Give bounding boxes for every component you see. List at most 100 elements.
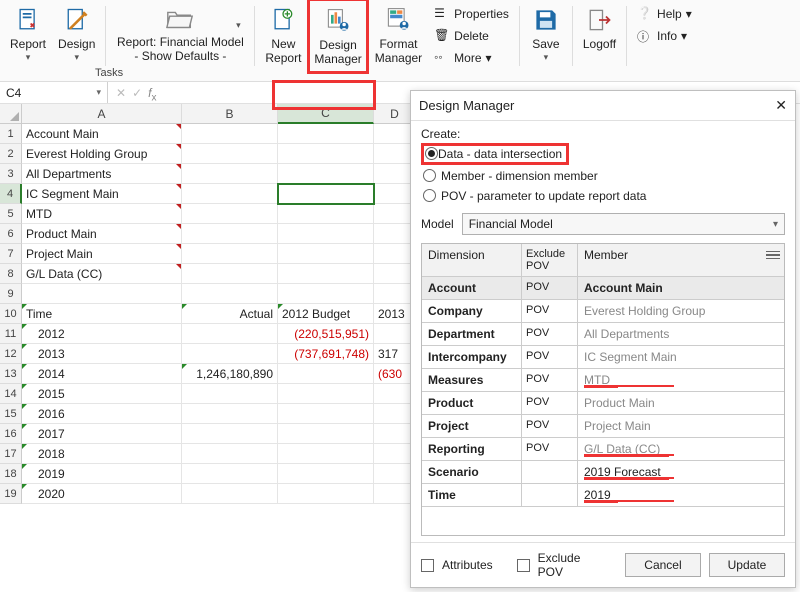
cell[interactable] (182, 144, 278, 164)
row-header[interactable]: 16 (0, 424, 22, 444)
cell[interactable] (182, 284, 278, 304)
logoff-button[interactable]: Logoff (577, 2, 622, 68)
cell[interactable] (278, 284, 374, 304)
cell[interactable]: Actual (182, 304, 278, 324)
info-button[interactable]: ⓘ Info ▾ (637, 26, 692, 46)
attributes-checkbox[interactable] (421, 559, 434, 572)
delete-button[interactable]: 🗑 Delete (434, 26, 509, 46)
cell[interactable] (278, 464, 374, 484)
row-header[interactable]: 4 (0, 184, 22, 204)
row-header[interactable]: 9 (0, 284, 22, 304)
col-header-C[interactable]: C (278, 104, 374, 124)
cell[interactable] (182, 264, 278, 284)
row-header[interactable]: 10 (0, 304, 22, 324)
dimension-row[interactable]: DepartmentPOVAll Departments (422, 323, 784, 346)
more-button[interactable]: ◦◦ More ▾ (434, 48, 509, 68)
cell[interactable]: 2017 (22, 424, 182, 444)
cell[interactable] (278, 184, 374, 204)
update-button[interactable]: Update (709, 553, 785, 577)
cell[interactable] (278, 364, 374, 384)
cell[interactable]: 2016 (22, 404, 182, 424)
design-button[interactable]: Design ▾ (52, 2, 101, 68)
cell[interactable] (182, 184, 278, 204)
cell[interactable] (182, 124, 278, 144)
cell[interactable] (182, 204, 278, 224)
cell[interactable] (278, 404, 374, 424)
cell[interactable] (182, 404, 278, 424)
col-header-B[interactable]: B (182, 104, 278, 124)
cell[interactable] (278, 144, 374, 164)
dimension-row[interactable]: ProjectPOVProject Main (422, 415, 784, 438)
cell[interactable] (182, 444, 278, 464)
cell[interactable] (278, 124, 374, 144)
model-select[interactable]: Financial Model ▾ (462, 213, 785, 235)
menu-icon[interactable] (766, 248, 780, 262)
dimension-row[interactable]: MeasuresPOVMTD (422, 369, 784, 392)
cell[interactable] (22, 284, 182, 304)
cell[interactable] (182, 484, 278, 504)
cell[interactable] (278, 264, 374, 284)
cell[interactable] (278, 444, 374, 464)
cell[interactable] (278, 244, 374, 264)
name-box[interactable]: C4 ▾ (0, 82, 108, 103)
dimension-row[interactable]: CompanyPOVEverest Holding Group (422, 300, 784, 323)
cell[interactable] (182, 464, 278, 484)
cell[interactable]: (220,515,951) (278, 324, 374, 344)
cell[interactable]: 2012 Budget (278, 304, 374, 324)
cell[interactable] (182, 424, 278, 444)
cell[interactable]: Product Main (22, 224, 182, 244)
exclude-pov-checkbox[interactable] (517, 559, 530, 572)
row-header[interactable]: 3 (0, 164, 22, 184)
dimension-row[interactable]: Scenario2019 Forecast (422, 461, 784, 484)
row-header[interactable]: 18 (0, 464, 22, 484)
cell[interactable] (278, 384, 374, 404)
cell[interactable] (182, 224, 278, 244)
format-manager-button[interactable]: Format Manager (369, 2, 428, 68)
radio-pov[interactable]: POV - parameter to update report data (421, 187, 785, 205)
dimension-row[interactable]: Time2019 (422, 484, 784, 507)
dimension-row[interactable]: ProductPOVProduct Main (422, 392, 784, 415)
col-dimension[interactable]: Dimension (422, 244, 522, 276)
cell[interactable] (278, 424, 374, 444)
report-button[interactable]: Report ▾ (4, 2, 52, 68)
save-button[interactable]: Save ▾ (524, 2, 568, 68)
radio-data-intersection[interactable]: Data - data intersection (421, 143, 569, 165)
select-all-corner[interactable] (0, 104, 22, 124)
cell[interactable] (182, 324, 278, 344)
cell[interactable]: 2019 (22, 464, 182, 484)
row-header[interactable]: 11 (0, 324, 22, 344)
cell[interactable] (278, 204, 374, 224)
cell[interactable]: 1,246,180,890 (182, 364, 278, 384)
cell[interactable] (278, 224, 374, 244)
cell[interactable] (278, 164, 374, 184)
col-member[interactable]: Member (578, 244, 784, 276)
col-header-A[interactable]: A (22, 104, 182, 124)
cell[interactable]: MTD (22, 204, 182, 224)
cell[interactable]: 2013 (22, 344, 182, 364)
cell[interactable]: G/L Data (CC) (22, 264, 182, 284)
row-header[interactable]: 12 (0, 344, 22, 364)
radio-member[interactable]: Member - dimension member (421, 165, 785, 187)
dimension-row[interactable]: ReportingPOVG/L Data (CC) (422, 438, 784, 461)
accept-formula-icon[interactable]: ✓ (132, 86, 142, 100)
fx-icon[interactable]: fx (148, 86, 162, 100)
row-header[interactable]: 15 (0, 404, 22, 424)
cell[interactable]: 2014 (22, 364, 182, 384)
cell[interactable] (182, 344, 278, 364)
row-header[interactable]: 2 (0, 144, 22, 164)
cell[interactable] (182, 164, 278, 184)
cell[interactable]: Everest Holding Group (22, 144, 182, 164)
cell[interactable] (182, 244, 278, 264)
cell[interactable]: Account Main (22, 124, 182, 144)
cell[interactable] (278, 484, 374, 504)
row-header[interactable]: 19 (0, 484, 22, 504)
row-header[interactable]: 7 (0, 244, 22, 264)
design-manager-button[interactable]: Design Manager (307, 0, 368, 74)
cancel-formula-icon[interactable]: ✕ (116, 86, 126, 100)
report-dropdown[interactable]: Report: Financial Model - Show Defaults … (110, 2, 250, 68)
cell[interactable]: (737,691,748) (278, 344, 374, 364)
cell[interactable]: 2018 (22, 444, 182, 464)
cell[interactable]: 2015 (22, 384, 182, 404)
row-header[interactable]: 17 (0, 444, 22, 464)
row-header[interactable]: 13 (0, 364, 22, 384)
